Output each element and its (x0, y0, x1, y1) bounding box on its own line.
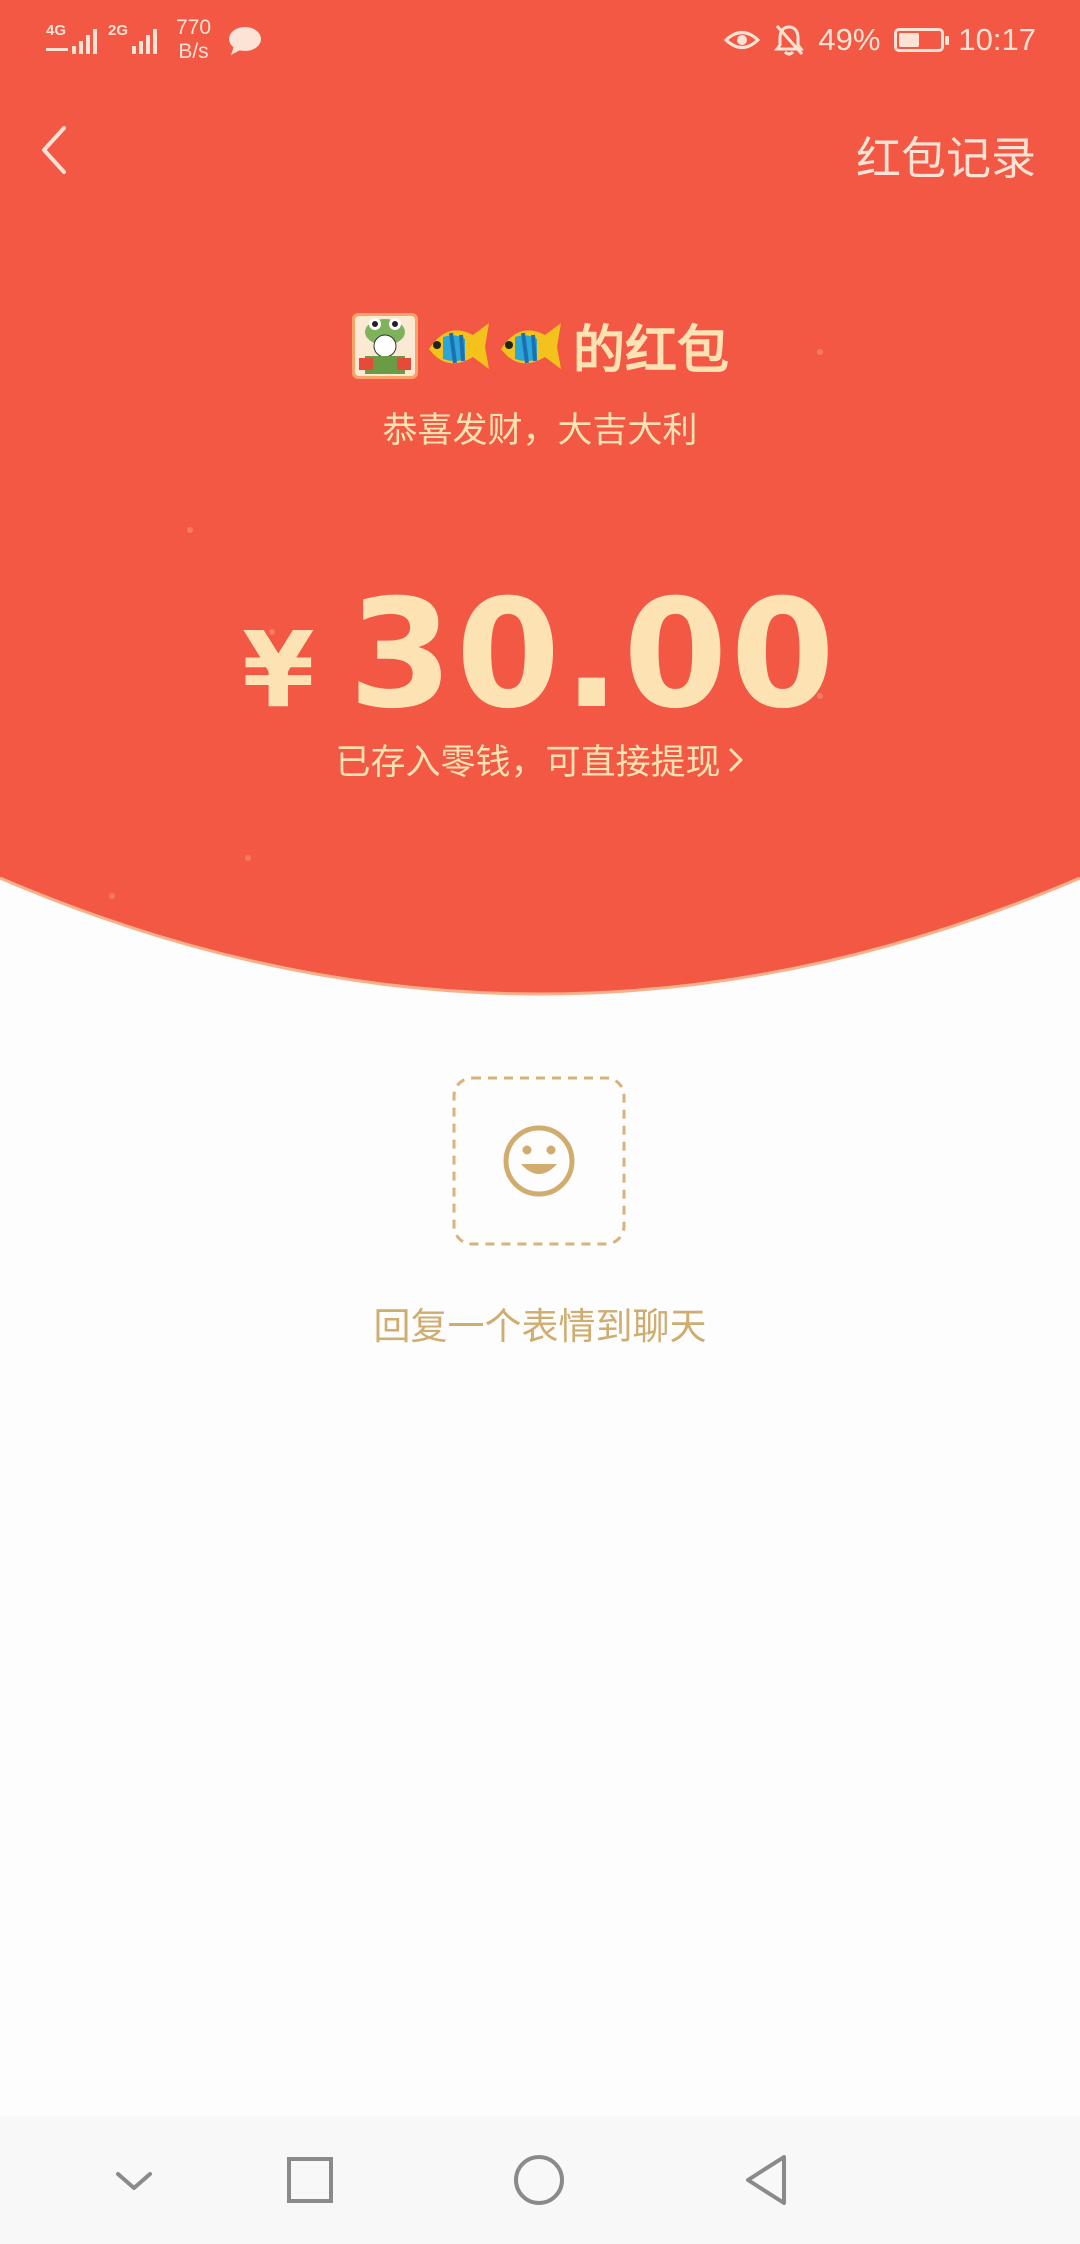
system-nav-bar (0, 2116, 1080, 2244)
reply-emoji-label[interactable]: 回复一个表情到聊天 (0, 1296, 1080, 1350)
sender-label: 的红包 (572, 321, 729, 381)
avatar-icon[interactable] (351, 312, 419, 380)
amount-value: 30.00 (348, 568, 838, 742)
nav-down-icon[interactable] (104, 2150, 164, 2210)
signal-1-label: 4G (46, 22, 67, 39)
battery-icon (894, 28, 950, 52)
net-speed-value: 770 (176, 16, 212, 39)
nav-square-icon[interactable] (280, 2150, 340, 2210)
network-speed: 770 B/s (176, 16, 211, 64)
currency-symbol: ¥ (242, 609, 315, 731)
chevron-right-icon (729, 748, 742, 771)
sender-row: 的红包 (0, 308, 1080, 383)
mute-bell-icon (774, 25, 805, 56)
eye-comfort-icon (724, 31, 761, 49)
fish-emoji (428, 322, 489, 369)
signal-2-label: 2G (108, 22, 129, 39)
blessing-text: 恭喜发财，大吉大利 (382, 411, 698, 451)
amount-row: ¥ 30.00 (0, 568, 1080, 742)
status-bar: 4G 2G 770 B/s 49% 10:17 (0, 0, 1080, 86)
net-speed-unit: B/s (178, 40, 209, 63)
battery-fill (899, 33, 920, 47)
status-right-group: 49% 10:17 (724, 22, 1036, 58)
nav-back-icon[interactable] (738, 2150, 798, 2210)
clock-time: 10:17 (958, 22, 1036, 57)
cell-signal-2: 2G (108, 20, 164, 63)
red-packet-records-link[interactable]: 红包记录 (856, 122, 1036, 187)
fish-emoji (500, 322, 561, 369)
nav-circle-icon[interactable] (509, 2150, 569, 2210)
reply-emoji-button[interactable] (452, 1076, 626, 1246)
deposit-note-link[interactable]: 已存入零钱，可直接提现 (0, 734, 1080, 785)
battery-percent: 49% (818, 22, 881, 57)
cell-signal-1: 4G (46, 20, 102, 63)
message-bubble-icon (229, 27, 261, 55)
smile-face-icon (503, 1125, 575, 1197)
deposit-note-text: 已存入零钱，可直接提现 (335, 743, 721, 783)
back-arrow-icon[interactable] (32, 120, 92, 180)
